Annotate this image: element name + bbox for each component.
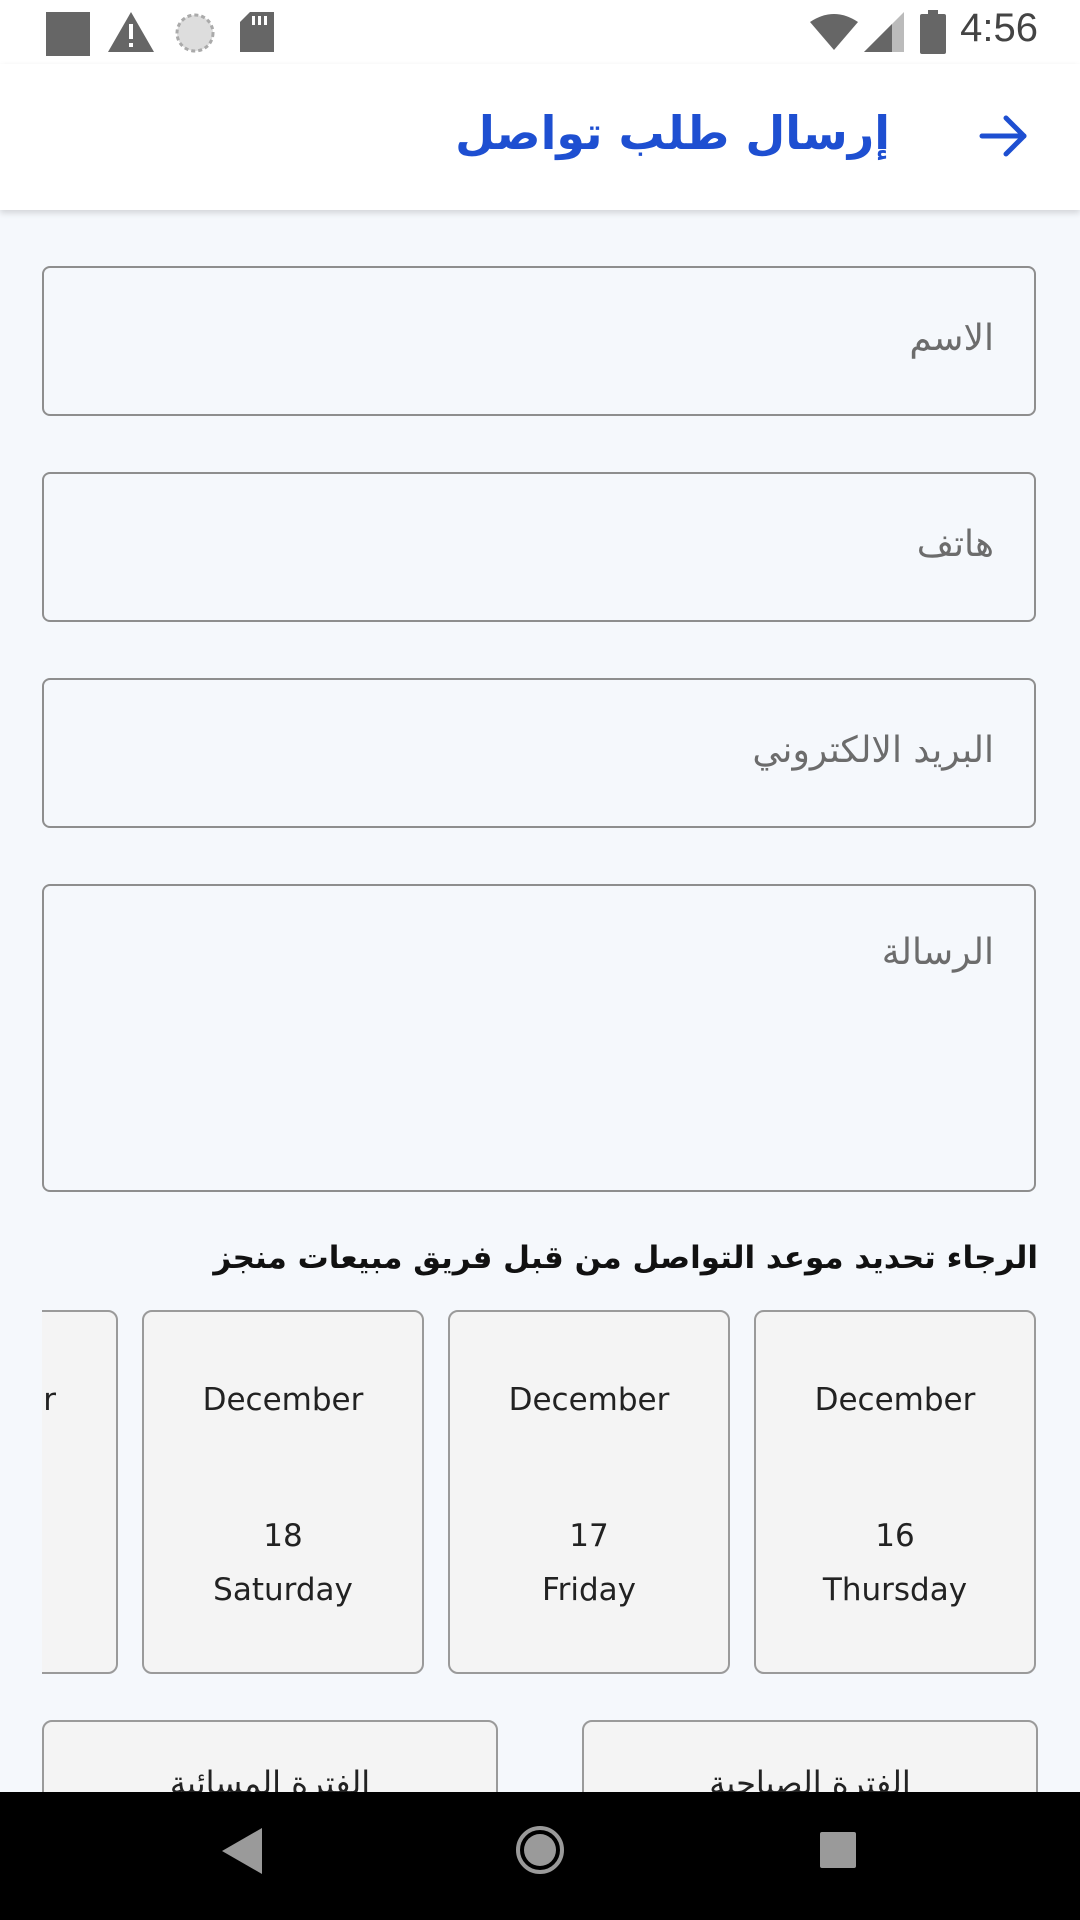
status-time: 4:56 [960, 6, 1038, 50]
phone-placeholder: هاتف [916, 524, 994, 565]
date-weekday: Saturday [213, 1572, 353, 1608]
message-placeholder: الرسالة [881, 932, 994, 973]
date-card[interactable]: December 18 Saturday [142, 1310, 424, 1674]
date-day: 16 [875, 1518, 915, 1554]
date-month: er [42, 1382, 56, 1418]
name-field[interactable]: الاسم [42, 266, 1036, 416]
cell-signal-icon [864, 12, 904, 52]
email-placeholder: البريد الالكتروني [752, 730, 994, 771]
date-picker-strip[interactable]: December 16 Thursday December 17 Friday … [42, 1308, 1038, 1678]
date-month: December [202, 1382, 364, 1418]
arrow-forward-icon [979, 115, 1027, 157]
warning-icon [108, 12, 154, 52]
status-bar: 4:56 [0, 0, 1080, 64]
home-circle-icon[interactable] [514, 1824, 566, 1876]
square-notification-icon [46, 12, 90, 56]
phone-field[interactable]: هاتف [42, 472, 1036, 622]
back-triangle-icon[interactable] [222, 1828, 262, 1874]
battery-icon [920, 10, 946, 54]
date-card[interactable]: er [42, 1310, 118, 1674]
back-button[interactable] [972, 104, 1036, 168]
schedule-prompt: الرجاء تحديد موعد التواصل من قبل فريق مب… [213, 1240, 1038, 1276]
date-weekday: Friday [542, 1572, 636, 1608]
wifi-icon [810, 14, 858, 50]
sync-icon [175, 13, 215, 53]
date-month: December [814, 1382, 976, 1418]
message-field[interactable]: الرسالة [42, 884, 1036, 1192]
date-card[interactable]: December 17 Friday [448, 1310, 730, 1674]
system-nav-bar [0, 1792, 1080, 1920]
page-title: إرسال طلب تواصل [455, 106, 890, 160]
date-weekday: Thursday [822, 1572, 968, 1608]
date-day: 17 [569, 1518, 609, 1554]
name-placeholder: الاسم [909, 318, 994, 359]
date-day: 18 [263, 1518, 303, 1554]
date-card[interactable]: December 16 Thursday [754, 1310, 1036, 1674]
recents-square-icon[interactable] [820, 1832, 856, 1868]
email-field[interactable]: البريد الالكتروني [42, 678, 1036, 828]
date-month: December [508, 1382, 670, 1418]
sd-card-icon [240, 12, 274, 52]
app-bar: إرسال طلب تواصل [0, 64, 1080, 210]
